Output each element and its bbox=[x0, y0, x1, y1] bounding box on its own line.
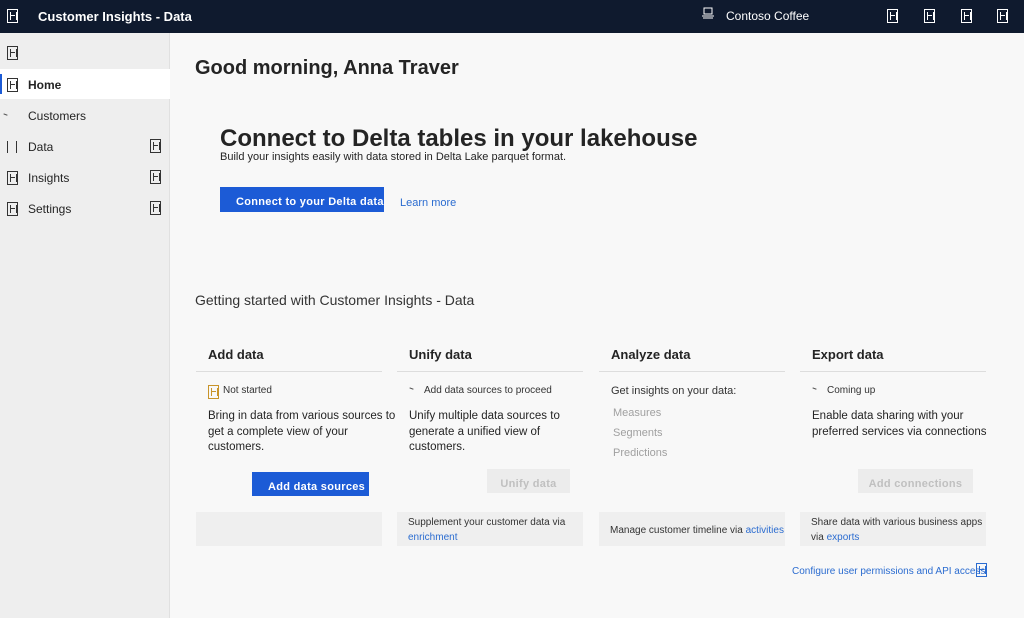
learn-more-link[interactable]: Learn more bbox=[400, 197, 456, 209]
sidebar-item-home[interactable]: Home bbox=[0, 69, 170, 99]
measures-item: Measures bbox=[613, 407, 662, 419]
app-launcher-icon[interactable] bbox=[7, 9, 18, 23]
unify-data-button[interactable]: Unify data bbox=[487, 469, 570, 493]
sidebar-item-label: Data bbox=[28, 140, 54, 154]
help-icon[interactable] bbox=[924, 9, 935, 23]
hero-title: Connect to Delta tables in your lakehous… bbox=[220, 125, 698, 152]
sidebar-item-label: Customers bbox=[28, 109, 87, 123]
add-data-description: Bring in data from various sources to ge… bbox=[208, 410, 396, 453]
activities-link[interactable]: activities bbox=[746, 525, 784, 536]
external-link-icon[interactable] bbox=[976, 563, 987, 577]
footer-text: Supplement your customer data via bbox=[408, 517, 566, 528]
segments-item: Segments bbox=[613, 427, 663, 439]
home-icon bbox=[7, 78, 18, 92]
status-text: Not started bbox=[223, 385, 272, 396]
collapse-nav-icon[interactable] bbox=[7, 46, 18, 60]
enrichment-link[interactable]: enrichment bbox=[408, 532, 457, 543]
divider bbox=[196, 371, 382, 372]
configure-permissions-link[interactable]: Configure user permissions and API acces… bbox=[792, 566, 985, 577]
divider bbox=[397, 371, 583, 372]
export-data-title: Export data bbox=[812, 347, 884, 362]
unify-data-footer: Supplement your customer data via enrich… bbox=[397, 512, 583, 546]
status-text: Add data sources to proceed bbox=[424, 385, 552, 396]
sidebar: Home Customers Data Insights Settings bbox=[0, 33, 170, 618]
predictions-item: Predictions bbox=[613, 447, 668, 459]
chevron-down-icon[interactable] bbox=[150, 170, 161, 184]
divider bbox=[800, 371, 986, 372]
hero-subtitle: Build your insights easily with data sto… bbox=[220, 151, 567, 163]
coming-up-icon bbox=[811, 384, 817, 395]
export-data-description: Enable data sharing with your preferred … bbox=[812, 410, 987, 438]
pending-icon bbox=[408, 384, 414, 395]
chevron-down-icon[interactable] bbox=[150, 201, 161, 215]
not-started-icon bbox=[208, 385, 219, 399]
add-data-title: Add data bbox=[208, 347, 264, 362]
status-text: Coming up bbox=[827, 385, 876, 396]
add-connections-button[interactable]: Add connections bbox=[858, 469, 973, 493]
unify-data-description: Unify multiple data sources to generate … bbox=[409, 410, 560, 453]
add-data-sources-button[interactable]: Add data sources bbox=[252, 472, 369, 496]
export-data-footer: Share data with various business apps vi… bbox=[800, 512, 986, 546]
analyze-data-footer: Manage customer timeline via activities bbox=[599, 512, 785, 546]
divider bbox=[599, 371, 785, 372]
analyze-data-title: Analyze data bbox=[611, 347, 691, 362]
section-title: Getting started with Customer Insights -… bbox=[195, 292, 475, 308]
feedback-icon[interactable] bbox=[961, 9, 972, 23]
sidebar-item-label: Home bbox=[28, 78, 62, 92]
customers-icon bbox=[2, 107, 8, 121]
insights-icon bbox=[7, 171, 18, 185]
connect-delta-button[interactable]: Connect to your Delta data bbox=[220, 187, 384, 212]
sidebar-item-data[interactable]: Data bbox=[0, 131, 170, 161]
account-icon[interactable] bbox=[997, 9, 1008, 23]
footer-text: Manage customer timeline via bbox=[610, 525, 743, 536]
settings-icon[interactable] bbox=[887, 9, 898, 23]
sidebar-item-insights[interactable]: Insights bbox=[0, 162, 170, 192]
chevron-down-icon[interactable] bbox=[150, 139, 161, 153]
sidebar-item-settings[interactable]: Settings bbox=[0, 193, 170, 223]
sidebar-item-label: Settings bbox=[28, 202, 72, 216]
environment-name[interactable]: Contoso Coffee bbox=[726, 9, 809, 23]
top-bar: Customer Insights - Data Contoso Coffee bbox=[0, 0, 1024, 33]
environment-icon bbox=[702, 7, 714, 19]
exports-link[interactable]: exports bbox=[827, 532, 860, 543]
app-title: Customer Insights - Data bbox=[38, 9, 192, 24]
greeting: Good morning, Anna Traver bbox=[195, 57, 459, 79]
data-icon bbox=[7, 141, 17, 156]
unify-data-title: Unify data bbox=[409, 347, 472, 362]
sidebar-item-label: Insights bbox=[28, 171, 70, 185]
add-data-footer bbox=[196, 512, 382, 546]
sidebar-item-customers[interactable]: Customers bbox=[0, 100, 170, 130]
settings-icon bbox=[7, 202, 18, 216]
